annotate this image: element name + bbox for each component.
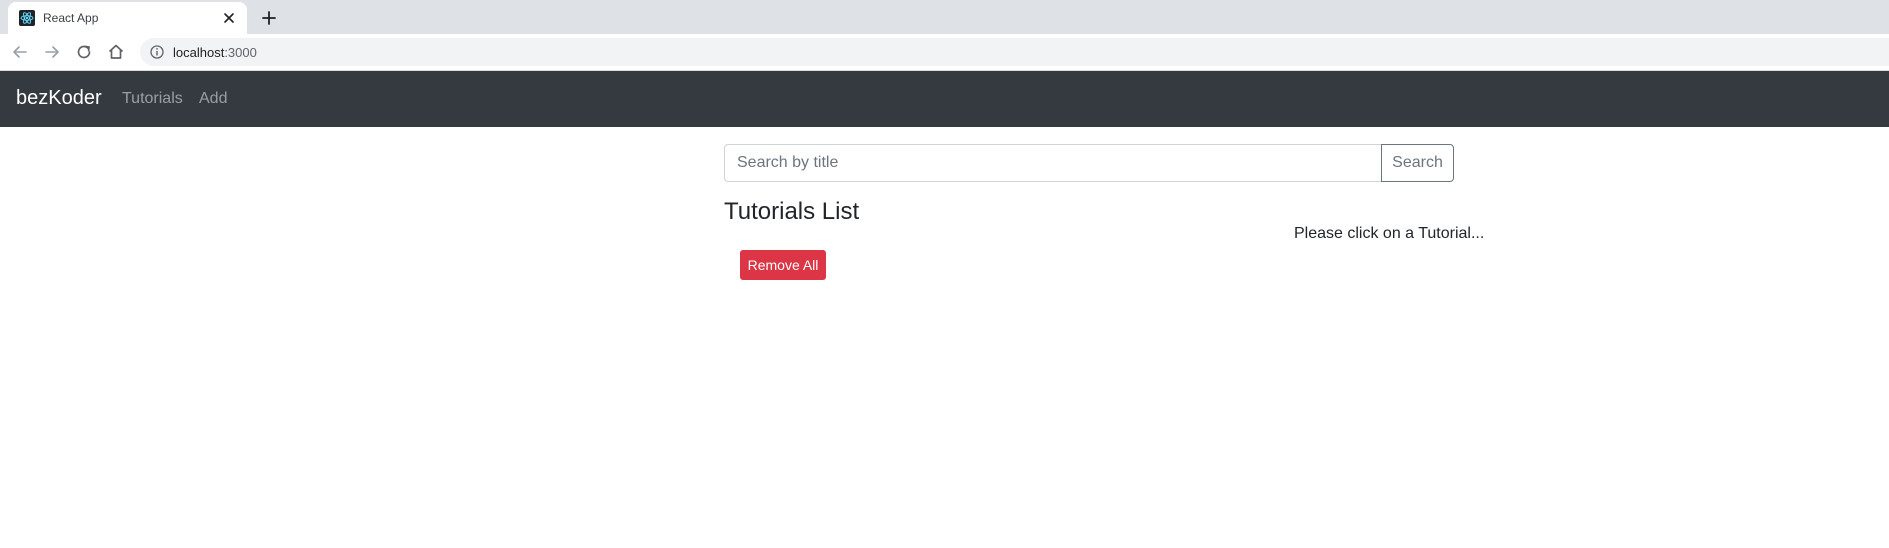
arrow-right-icon[interactable] [42, 42, 62, 62]
info-icon[interactable] [150, 45, 164, 59]
nav-link-add[interactable]: Add [199, 90, 227, 108]
select-tutorial-placeholder: Please click on a Tutorial... [1294, 225, 1485, 242]
url-text[interactable]: localhost:3000 [173, 45, 257, 60]
url-host: localhost [173, 45, 225, 60]
arrow-left-icon[interactable] [10, 42, 30, 62]
plus-icon[interactable] [259, 8, 279, 28]
nav-link-tutorials[interactable]: Tutorials [122, 90, 183, 108]
url-port: :3000 [224, 45, 257, 60]
app-navbar: bezKoder Tutorials Add [0, 71, 1889, 127]
navbar-brand[interactable]: bezKoder [16, 87, 102, 110]
search-group: Search [724, 144, 1454, 182]
search-input[interactable] [724, 144, 1382, 182]
browser-toolbar: localhost:3000 [0, 34, 1889, 71]
tab-title: React App [43, 11, 99, 25]
home-icon[interactable] [106, 42, 126, 62]
address-bar[interactable]: localhost:3000 [140, 38, 1889, 66]
remove-all-button[interactable]: Remove All [740, 250, 826, 280]
close-icon[interactable] [221, 10, 237, 26]
react-logo-icon [19, 10, 35, 26]
tutorials-list-title: Tutorials List [724, 198, 860, 225]
browser-tab[interactable]: React App [8, 2, 247, 34]
search-button[interactable]: Search [1381, 144, 1454, 182]
reload-icon[interactable] [74, 42, 94, 62]
browser-tabstrip: React App [0, 0, 1889, 34]
